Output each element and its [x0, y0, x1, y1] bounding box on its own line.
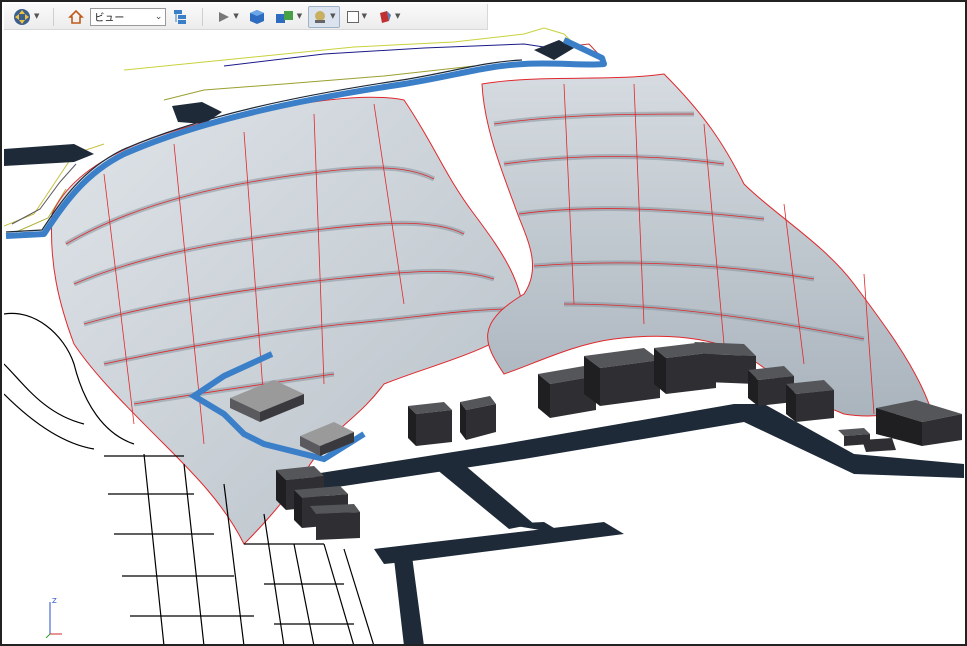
chevron-down-icon[interactable]: ▼ [34, 13, 39, 20]
road-segment [4, 144, 94, 166]
play-button[interactable]: ▼ [213, 6, 242, 28]
3d-viewport[interactable]: Z [4, 4, 967, 646]
terrain-scene[interactable] [4, 4, 967, 646]
view-dropdown-value: ビュー [94, 13, 125, 24]
move-arrows-icon [14, 8, 30, 25]
view-dropdown[interactable]: ビュー ⌄ [90, 7, 167, 26]
object-display-button[interactable]: ▼ [271, 6, 306, 28]
toolbar-separator [202, 7, 204, 26]
application-window: Z ▼ ビュー ⌄ ▼ ▼ ▼ ▼ ▼ [0, 0, 967, 646]
chevron-down-icon[interactable]: ▼ [362, 13, 367, 20]
render-icon [315, 10, 326, 23]
tree-icon [174, 9, 187, 24]
chevron-down-icon[interactable]: ▼ [233, 13, 238, 20]
render-mode-button[interactable]: ▼ [308, 5, 340, 28]
building-block [408, 402, 452, 446]
scene-tree-button[interactable] [168, 6, 192, 28]
chevron-down-icon[interactable]: ▼ [297, 13, 302, 20]
solid-view-button[interactable] [245, 6, 269, 28]
toolbar-separator [53, 7, 55, 26]
paint-bucket-icon [379, 10, 391, 23]
cubes-icon [275, 10, 293, 23]
paint-button[interactable]: ▼ [373, 6, 404, 28]
chevron-down-icon[interactable]: ▼ [330, 13, 335, 20]
building-block [614, 386, 644, 400]
chevron-down-icon: ⌄ [154, 11, 163, 22]
play-icon [219, 11, 230, 22]
home-icon [68, 9, 85, 24]
axis-label-z: Z [52, 597, 57, 605]
building-block [460, 396, 496, 440]
building-block [786, 380, 834, 422]
axis-triad-icon: Z [45, 597, 62, 638]
chevron-down-icon[interactable]: ▼ [395, 13, 400, 20]
cube-icon [249, 9, 264, 24]
frame-button[interactable]: ▼ [342, 6, 371, 28]
viewer-toolbar: ▼ ビュー ⌄ ▼ ▼ ▼ ▼ ▼ [4, 4, 488, 30]
building-block [310, 504, 360, 540]
square-outline-icon [346, 10, 359, 23]
home-button[interactable] [64, 6, 88, 28]
navigate-button[interactable]: ▼ [8, 6, 43, 28]
